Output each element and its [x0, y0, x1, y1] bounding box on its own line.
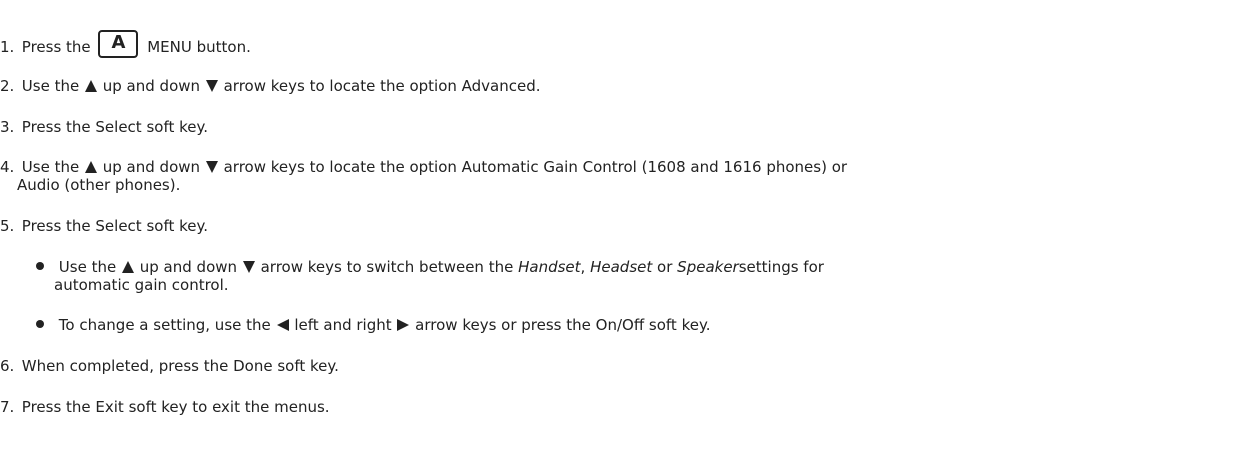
step-3: 3. Press the Select soft key. — [0, 118, 208, 136]
step-text: Press the Select soft key. — [21, 217, 208, 235]
step-number: 1. — [0, 38, 15, 56]
step-number: 3. — [0, 118, 15, 136]
step-number: 6. — [0, 357, 15, 375]
handset-term: Handset — [518, 258, 581, 276]
menu-key-icon: A — [98, 30, 139, 58]
right-arrow-icon — [397, 317, 410, 335]
step-text: Use the — [21, 77, 80, 95]
bullet-text: arrow keys to switch between the — [260, 258, 514, 276]
comma: , — [580, 258, 586, 276]
bullet-text: left and right — [294, 316, 392, 334]
down-arrow-icon — [205, 159, 218, 177]
bullet-item: To change a setting, use the left and ri… — [36, 316, 710, 335]
left-arrow-icon — [276, 317, 289, 335]
step-text: Press the Exit soft key to exit the menu… — [21, 398, 330, 416]
step-7: 7. Press the Exit soft key to exit the m… — [0, 398, 330, 416]
step-text: MENU button. — [147, 38, 251, 56]
step-text: up and down — [102, 77, 201, 95]
bullet-text: To change a setting, use the — [58, 316, 271, 334]
step-text: Use the — [21, 158, 80, 176]
bullet-text: arrow keys or press the On/Off soft key. — [415, 316, 711, 334]
step-text: up and down — [102, 158, 201, 176]
up-arrow-icon — [84, 78, 97, 96]
speaker-term: Speaker — [677, 258, 739, 276]
step-text: When completed, press the Done soft key. — [21, 357, 339, 375]
step-number: 2. — [0, 77, 15, 95]
step-text: Press the Select soft key. — [21, 118, 208, 136]
step-text: arrow keys to locate the option Automati… — [223, 158, 848, 176]
step-4-continuation: Audio (other phones). — [17, 176, 181, 194]
step-text: Press the — [21, 38, 91, 56]
bullet-dot — [36, 320, 44, 328]
up-arrow-icon — [121, 259, 134, 277]
step-2: 2. Use the up and down arrow keys to loc… — [0, 77, 541, 96]
down-arrow-icon — [205, 78, 218, 96]
bullet-text: or — [657, 258, 673, 276]
down-arrow-icon — [242, 259, 255, 277]
bullet-text: settings for — [738, 258, 824, 276]
headset-term: Headset — [590, 258, 653, 276]
step-4: 4. Use the up and down arrow keys to loc… — [0, 158, 847, 177]
bullet-item: Use the up and down arrow keys to switch… — [36, 258, 824, 277]
bullet-dot — [36, 262, 44, 270]
step-text: arrow keys to locate the option Advanced… — [223, 77, 541, 95]
step-number: 4. — [0, 158, 15, 176]
up-arrow-icon — [84, 159, 97, 177]
step-1: 1. Press the A MENU button. — [0, 30, 251, 58]
step-number: 5. — [0, 217, 15, 235]
step-6: 6. When completed, press the Done soft k… — [0, 357, 339, 375]
bullet-text: Use the — [58, 258, 117, 276]
step-5: 5. Press the Select soft key. — [0, 217, 208, 235]
step-number: 7. — [0, 398, 15, 416]
bullet-continuation: automatic gain control. — [54, 276, 229, 294]
bullet-text: up and down — [139, 258, 238, 276]
